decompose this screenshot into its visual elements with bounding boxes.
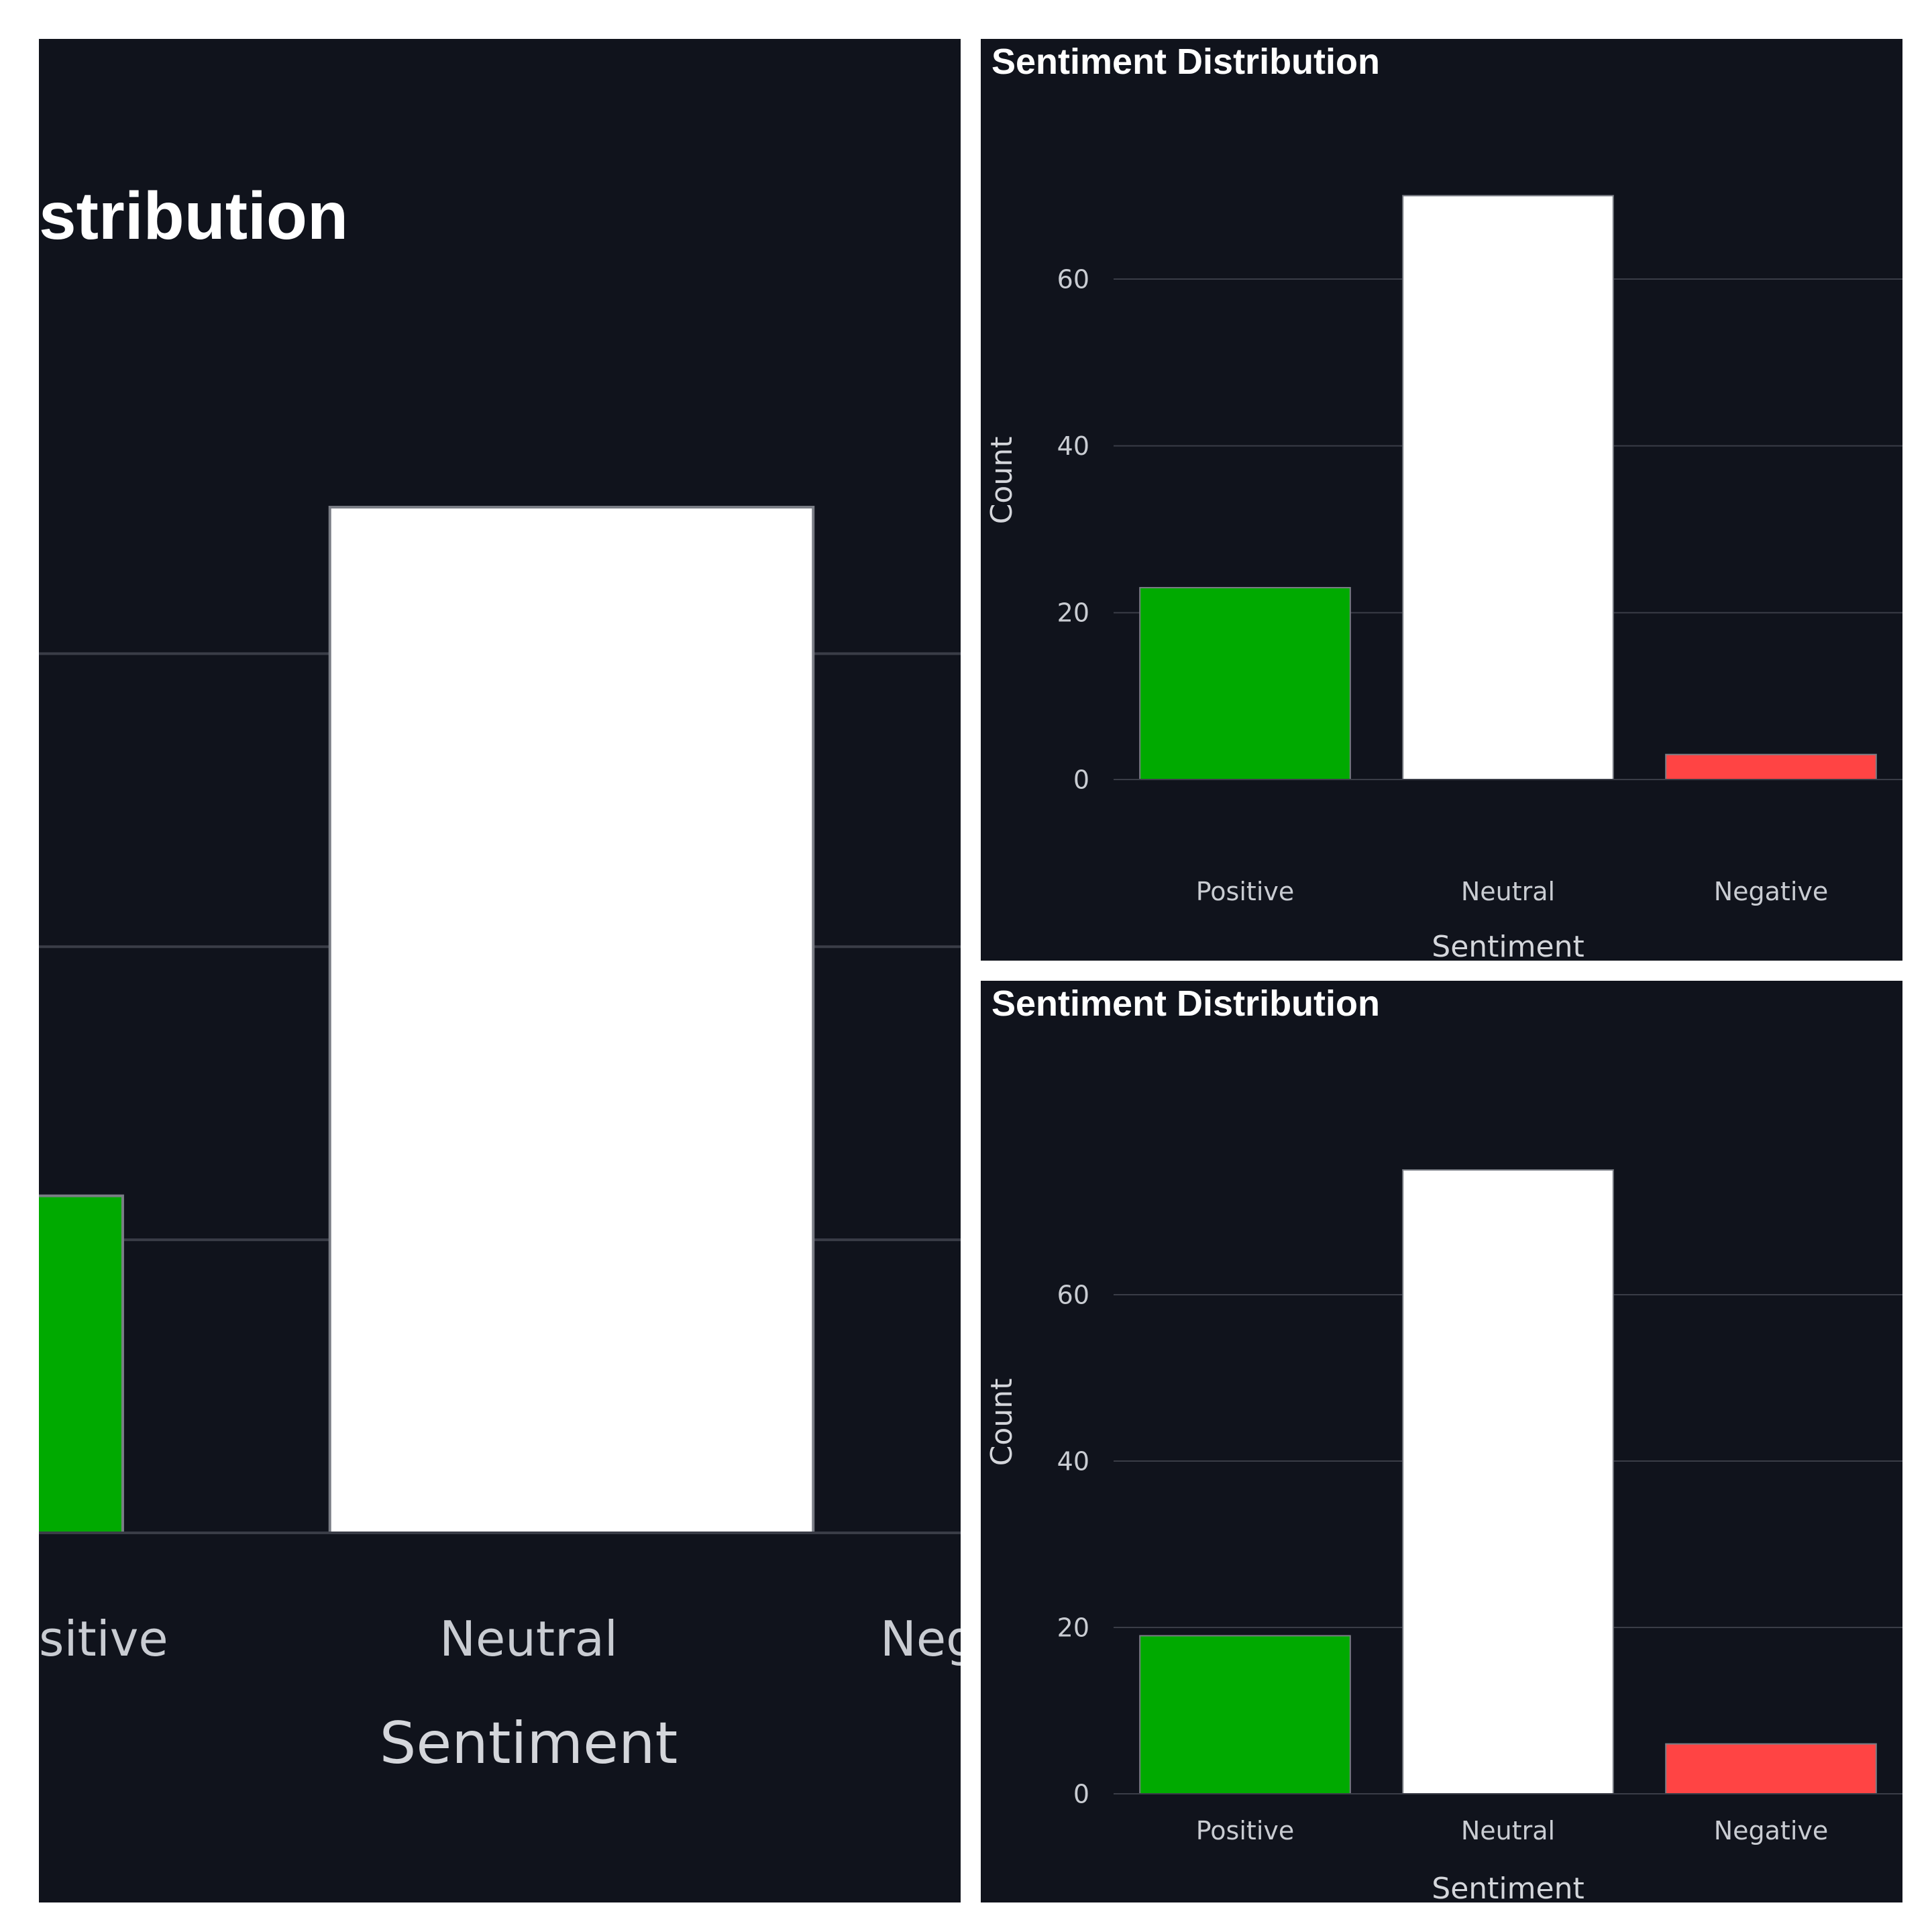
y-axis-label: Count <box>985 437 1019 525</box>
bar-positive <box>1139 1635 1351 1795</box>
bar-neutral <box>1402 1169 1614 1794</box>
top-chart-svg: 0 20 40 60 Positive Neutral Negative Sentiment C… <box>985 42 1902 961</box>
y-axis-label: Count <box>985 1379 1019 1466</box>
x-axis-label: Sentiment <box>1432 1872 1584 1902</box>
x-axis-label: Sentiment <box>380 1710 678 1777</box>
y-tick-label: 20 <box>1057 598 1089 628</box>
chart-panel-zoomed: sitive Neutral Neg Sentiment stribution <box>39 39 961 1902</box>
y-tick-label: 0 <box>1073 1779 1089 1809</box>
chart-title: Sentiment Distribution <box>991 983 1380 1024</box>
zoomed-chart-svg: sitive Neutral Neg Sentiment stribution <box>39 178 961 1777</box>
x-tick-label: Positive <box>1196 877 1295 906</box>
bar-negative <box>1665 753 1877 780</box>
x-tick-label: Neutral <box>1461 877 1555 906</box>
y-tick-label: 60 <box>1057 264 1089 294</box>
chart-panel-top: 0 20 40 60 Positive Neutral Negative Sentiment C… <box>981 39 1902 961</box>
x-tick-label: sitive <box>39 1611 168 1667</box>
bar-neutral <box>1402 195 1614 780</box>
y-tick-label: 20 <box>1057 1613 1089 1642</box>
x-axis-label: Sentiment <box>1432 930 1584 961</box>
x-tick-label: Neg <box>880 1611 961 1667</box>
x-tick-label: Neutral <box>1461 1816 1555 1845</box>
chart-panel-bottom: 0 20 40 60 Positive Neutral Negative Sentiment C… <box>981 981 1902 1902</box>
x-tick-label: Neutral <box>439 1611 618 1667</box>
bottom-chart-svg: 0 20 40 60 Positive Neutral Negative Sentiment C… <box>985 983 1902 1902</box>
x-tick-label: Negative <box>1714 877 1829 906</box>
x-tick-label: Positive <box>1196 1816 1295 1845</box>
bar-positive <box>39 1194 124 1534</box>
y-tick-label: 40 <box>1057 431 1089 461</box>
bar-neutral <box>328 506 815 1534</box>
y-tick-label: 60 <box>1057 1280 1089 1309</box>
chart-title: stribution <box>39 178 348 254</box>
x-tick-label: Negative <box>1714 1816 1829 1845</box>
y-tick-label: 0 <box>1073 765 1089 794</box>
y-tick-label: 40 <box>1057 1446 1089 1476</box>
chart-title: Sentiment Distribution <box>991 42 1380 82</box>
bar-negative <box>1665 1743 1877 1794</box>
bar-positive <box>1139 587 1351 780</box>
